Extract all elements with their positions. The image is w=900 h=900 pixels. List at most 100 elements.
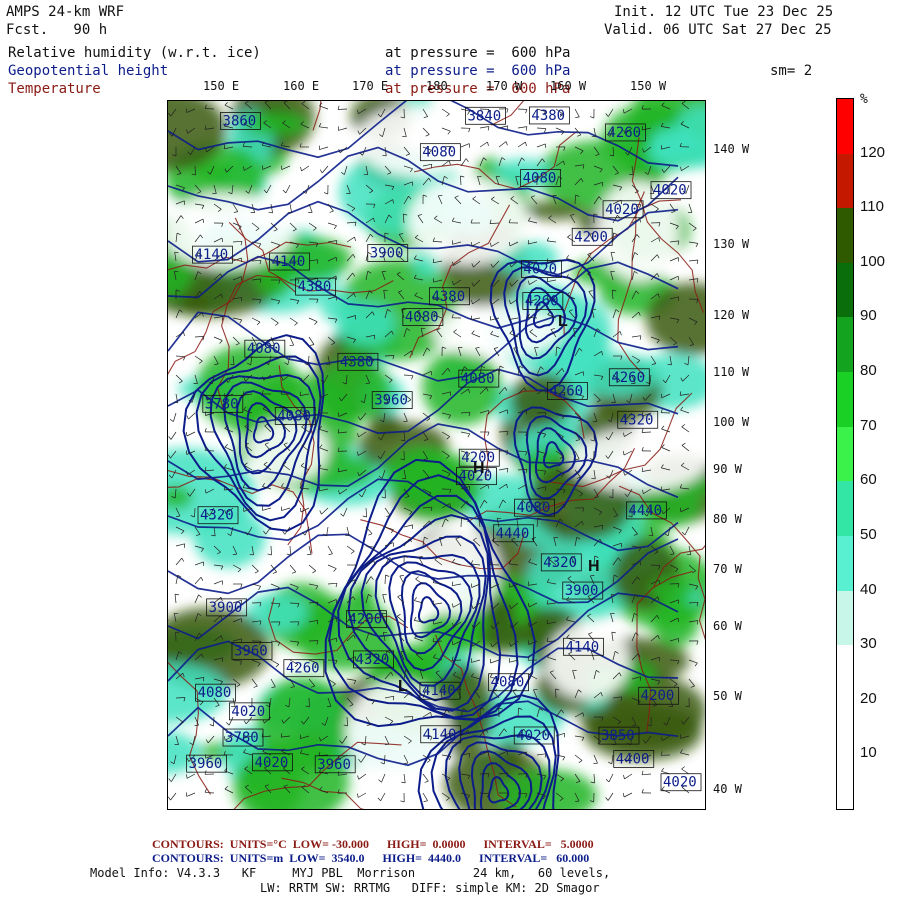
height-label: 4380 xyxy=(531,108,565,124)
wind-barb-flag xyxy=(328,553,333,555)
wind-barb xyxy=(641,773,652,776)
wind-barb xyxy=(224,104,234,110)
valid-time: Valid. 06 UTC Sat 27 Dec 25 xyxy=(604,22,832,38)
legend-tick-label: 50 xyxy=(860,525,877,543)
height-label: 4320 xyxy=(200,508,234,524)
wind-barb-flag xyxy=(333,225,337,230)
height-label: 3900 xyxy=(565,583,599,599)
wind-barb-flag xyxy=(661,425,665,430)
height-label: 4400 xyxy=(616,751,650,767)
wind-barb-flag xyxy=(546,277,549,282)
wind-barb xyxy=(661,428,671,433)
lon-label: 170 W xyxy=(486,79,523,93)
wind-barb-flag xyxy=(692,228,697,231)
wind-barb-flag xyxy=(677,618,679,623)
wind-barb xyxy=(365,576,372,585)
legend-tick-label: 20 xyxy=(860,689,877,707)
wind-barb-flag xyxy=(426,418,431,422)
wind-barb-flag xyxy=(528,217,531,222)
wind-barb-flag xyxy=(544,128,547,133)
wind-barb xyxy=(319,146,329,150)
wind-barb-flag xyxy=(174,593,179,596)
height-label: 3960 xyxy=(317,757,351,773)
wind-barb xyxy=(365,507,368,518)
lat-label: 60 W xyxy=(713,619,742,633)
wind-barb-flag xyxy=(442,346,447,349)
wind-barb xyxy=(194,165,196,176)
field-temp-name: Temperature xyxy=(8,81,101,97)
wind-barb-flag xyxy=(357,793,359,798)
wind-barb xyxy=(460,431,470,435)
height-label: 4080 xyxy=(517,500,551,516)
wind-barb xyxy=(490,659,500,664)
wind-barb-flag xyxy=(272,571,277,574)
height-label: 3900 xyxy=(370,246,404,262)
height-label: 4260 xyxy=(286,661,320,677)
wind-barb-flag xyxy=(223,144,226,149)
wind-barb-flag xyxy=(224,785,229,790)
wind-barb-flag xyxy=(639,335,642,340)
wind-barb-flag xyxy=(205,739,209,744)
wind-barb-flag xyxy=(588,290,593,292)
wind-barb xyxy=(213,580,223,585)
wind-barb xyxy=(527,317,538,319)
wind-barb-flag xyxy=(497,517,502,520)
wind-barb xyxy=(384,488,386,499)
wind-barb-flag xyxy=(577,134,582,137)
wind-barb xyxy=(262,507,272,511)
wind-barb xyxy=(547,240,557,243)
height-label: 3900 xyxy=(209,600,243,616)
height-label: 4080 xyxy=(198,685,232,701)
wind-barb-flag xyxy=(319,169,323,174)
wind-barb-flag xyxy=(373,335,376,340)
height-label: 4020 xyxy=(516,728,550,744)
wind-barb-flag xyxy=(506,108,509,113)
wind-barb-flag xyxy=(661,767,665,772)
legend-swatch xyxy=(837,535,853,592)
wind-barb-flag xyxy=(291,571,296,574)
wind-barb xyxy=(186,792,196,797)
wind-barb-flag xyxy=(310,344,315,346)
wind-barb xyxy=(321,507,329,515)
wind-barb-flag xyxy=(696,259,699,264)
lat-label: 40 W xyxy=(713,782,742,796)
wind-barb xyxy=(414,637,424,642)
height-label: 4020 xyxy=(523,261,557,277)
wind-barb-flag xyxy=(240,297,243,302)
clear-zone xyxy=(432,305,564,357)
wind-barb xyxy=(194,507,196,518)
wind-barb xyxy=(308,564,317,572)
wind-barb xyxy=(380,792,386,801)
wind-barb-flag xyxy=(337,467,340,472)
wind-barb-flag xyxy=(413,616,417,621)
wind-barb-flag xyxy=(592,308,597,311)
legend-tick-label: 120 xyxy=(860,143,886,161)
wind-barb xyxy=(641,431,652,433)
wind-barb-flag xyxy=(319,510,322,515)
wind-barb-flag xyxy=(300,166,302,171)
wind-barb-flag xyxy=(186,431,188,437)
legend-tick-label: 30 xyxy=(860,635,877,653)
wind-barb xyxy=(498,141,507,148)
wind-barb xyxy=(285,184,291,194)
wind-barb xyxy=(175,374,183,382)
pressure-center-label: L xyxy=(398,678,408,695)
wind-barb xyxy=(327,564,337,569)
legend-tick-label: 10 xyxy=(860,744,877,762)
wind-barb-flag xyxy=(377,797,381,802)
wind-barb-flag xyxy=(183,331,185,336)
wind-barb-flag xyxy=(354,222,357,227)
wind-barb-flag xyxy=(591,135,596,138)
wind-barb-flag xyxy=(487,141,489,146)
lat-label: 110 W xyxy=(713,365,750,379)
wind-barb-flag xyxy=(605,113,609,117)
height-label: 3960 xyxy=(189,756,223,772)
legend-swatch xyxy=(837,699,853,755)
wind-barb-flag xyxy=(396,613,401,617)
wind-barb xyxy=(270,678,276,687)
field-height-name: Geopotential height xyxy=(8,63,169,79)
wind-barb xyxy=(680,409,690,414)
wind-barb-flag xyxy=(660,408,663,413)
wind-barb-flag xyxy=(325,363,330,366)
wind-barb-flag xyxy=(530,195,535,198)
